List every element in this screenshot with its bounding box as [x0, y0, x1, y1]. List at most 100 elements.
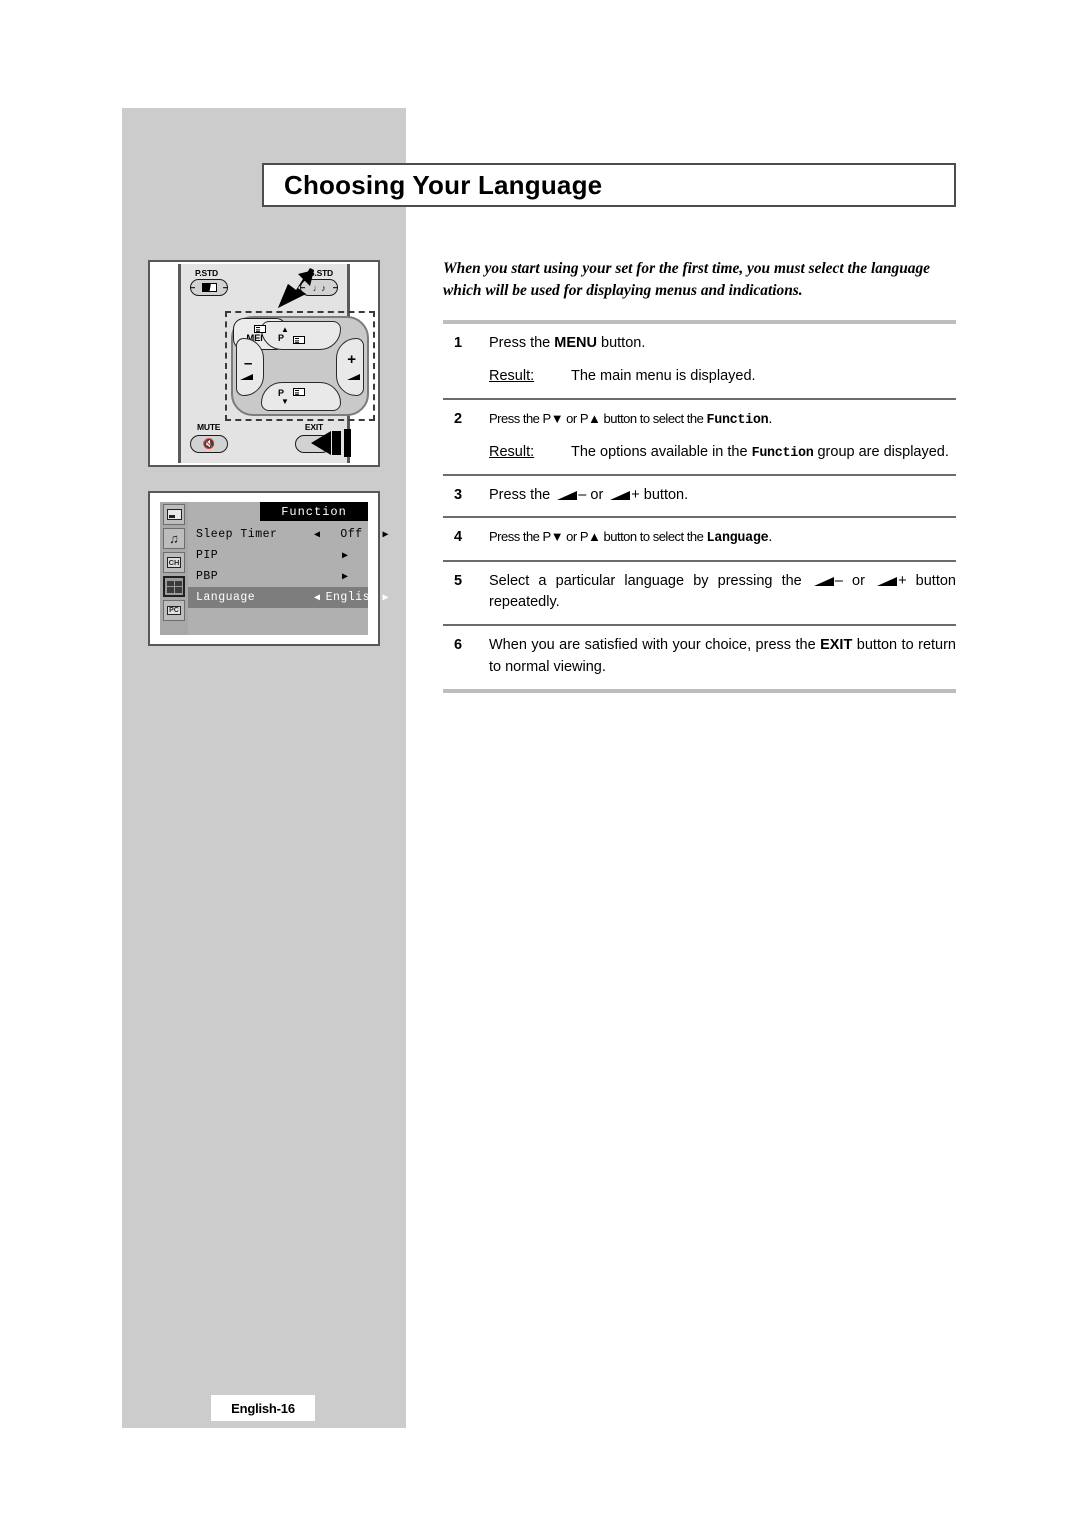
arrow-right-icon[interactable]: ▶	[314, 550, 349, 562]
volume-up-wedge-icon	[347, 374, 360, 380]
volume-minus-label: –	[244, 355, 253, 372]
step-text-before: When you are satisfied with your choice,…	[489, 637, 821, 654]
osd-row-value: English	[325, 591, 378, 604]
osd-row-pip[interactable]: PIP ▶	[188, 545, 368, 566]
instruction-steps: 1 Press the MENU button. Result: The mai…	[443, 320, 956, 693]
language-keyword: Language	[706, 531, 769, 547]
program-up-text: P	[278, 333, 284, 343]
result-text: The main menu is displayed.	[571, 367, 756, 384]
result-text-before: The options available in the	[571, 443, 752, 460]
sound-icon[interactable]: ♫	[163, 528, 185, 549]
volume-down-icon	[557, 489, 578, 500]
step-body: Press the MENU button. Result: The main …	[489, 333, 956, 388]
step-text-mid: – or	[834, 572, 875, 589]
function-keyword: Function	[706, 412, 769, 428]
osd-title: Function	[260, 502, 368, 521]
osd-up-icon	[293, 332, 305, 350]
picture-standard-icon	[201, 283, 217, 292]
step-main-text: Press the P▼ or P▲ button to select the …	[489, 527, 956, 549]
exit-callout-arrow-icon	[311, 429, 353, 457]
mute-button-inner: 🔇	[191, 436, 227, 452]
remote-control-figure: P.STD S.STD ♩♪ ▲ P P ▼ – + MENU MUTE 🔇 E…	[148, 260, 380, 467]
arrow-right-icon[interactable]: ▶	[383, 529, 390, 541]
step-text-before: Press the P▼ or P▲ button to select the	[489, 410, 707, 426]
step-result: Result: The options available in the Fun…	[489, 442, 956, 464]
osd-row-sleep-timer[interactable]: Sleep Timer ◀ Off ▶	[188, 524, 389, 545]
mute-button[interactable]: 🔇	[190, 435, 228, 453]
step-main-text: Select a particular language by pressing…	[489, 571, 956, 615]
volume-down-icon	[813, 575, 834, 586]
step-4: 4 Press the P▼ or P▲ button to select th…	[443, 518, 956, 559]
pc-icon[interactable]: PC	[163, 600, 185, 621]
arrow-right-icon[interactable]: ▶	[314, 571, 349, 583]
step-1: 1 Press the MENU button. Result: The mai…	[443, 324, 956, 398]
step-main-text: Press the P▼ or P▲ button to select the …	[489, 409, 956, 431]
step-body: Press the P▼ or P▲ button to select the …	[489, 527, 956, 549]
pstd-button[interactable]	[190, 279, 228, 296]
exit-button-keyword: EXIT	[820, 637, 853, 654]
osd-row-language[interactable]: Language ◀ English ▶	[188, 587, 389, 608]
pc-text-icon: PC	[167, 606, 181, 615]
osd-content: Function Sleep Timer ◀ Off ▶ PIP ▶ PBP ▶	[188, 502, 389, 635]
step-text-before: Select a particular language by pressing…	[489, 572, 811, 589]
step-5: 5 Select a particular language by pressi…	[443, 562, 956, 625]
step-body: Press the P▼ or P▲ button to select the …	[489, 409, 956, 464]
osd-row-label: Sleep Timer	[196, 528, 278, 541]
pstd-label: P.STD	[195, 268, 218, 278]
step-6: 6 When you are satisfied with your choic…	[443, 626, 956, 689]
result-label: Result:	[489, 367, 535, 384]
step-number: 5	[454, 572, 463, 589]
music-note-icon: ♫	[169, 531, 179, 546]
caret-down-icon: ▼	[281, 397, 289, 406]
step-body: Press the – or + button.	[489, 485, 956, 507]
function-keyword: Function	[751, 445, 814, 461]
mute-label: MUTE	[197, 422, 221, 432]
result-text-after: group are displayed.	[813, 443, 949, 460]
page-title-box: Choosing Your Language	[262, 163, 956, 207]
osd-sidebar: ♫ CH PC	[160, 502, 188, 635]
navigation-pad: ▲ P P ▼ – + MENU	[231, 316, 369, 416]
callout-arrow-icon	[276, 268, 316, 310]
step-main-text: Press the MENU button.	[489, 333, 956, 355]
step-number: 2	[454, 410, 463, 427]
footer-page-label: English-16	[231, 1400, 295, 1416]
step-text-before: Press the	[489, 335, 555, 351]
ch-text-icon: CH	[166, 557, 182, 568]
menu-button-keyword: MENU	[554, 335, 597, 351]
step-2: 2 Press the P▼ or P▲ button to select th…	[443, 400, 956, 474]
step-text-after: .	[768, 410, 773, 427]
osd-row-label: PBP	[196, 570, 219, 583]
step-text-before: Press the	[489, 486, 555, 503]
volume-up-icon	[610, 489, 631, 500]
tv-screen-icon	[166, 509, 182, 520]
osd-row-label: PIP	[196, 549, 219, 562]
step-body: Select a particular language by pressing…	[489, 571, 956, 615]
menu-osd-icon	[254, 324, 266, 333]
osd-screen: ♫ CH PC Function Sleep Timer ◀ Off ▶ PIP…	[160, 502, 389, 635]
step-text-mid: – or	[578, 486, 608, 503]
osd-menu-figure: ♫ CH PC Function Sleep Timer ◀ Off ▶ PIP…	[148, 491, 389, 646]
step-text-after: button.	[596, 335, 646, 351]
intro-paragraph: When you start using your set for the fi…	[443, 260, 930, 300]
osd-row-label: Language	[196, 591, 256, 604]
step-number: 3	[454, 486, 463, 503]
program-down-label-group: ▼	[281, 398, 289, 406]
step-number: 1	[454, 335, 463, 351]
osd-row-pbp[interactable]: PBP ▶	[188, 566, 368, 587]
picture-icon[interactable]	[163, 504, 185, 525]
page-title: Choosing Your Language	[284, 169, 603, 200]
osd-down-icon	[293, 384, 305, 402]
step-text-after: + button.	[631, 486, 689, 503]
result-text: The options available in the Function gr…	[571, 442, 956, 464]
footer-page-box: English-16	[211, 1395, 315, 1421]
step-main-text: When you are satisfied with your choice,…	[489, 635, 956, 679]
pstd-button-inner	[191, 280, 227, 295]
program-letter: P	[278, 333, 285, 343]
result-label: Result:	[489, 443, 535, 460]
function-icon[interactable]	[163, 576, 185, 597]
arrow-right-icon[interactable]: ▶	[383, 592, 390, 604]
steps-bottom-rule	[443, 688, 956, 693]
step-number: 6	[454, 637, 463, 654]
step-result: Result: The main menu is displayed.	[489, 366, 956, 388]
channel-icon[interactable]: CH	[163, 552, 185, 573]
